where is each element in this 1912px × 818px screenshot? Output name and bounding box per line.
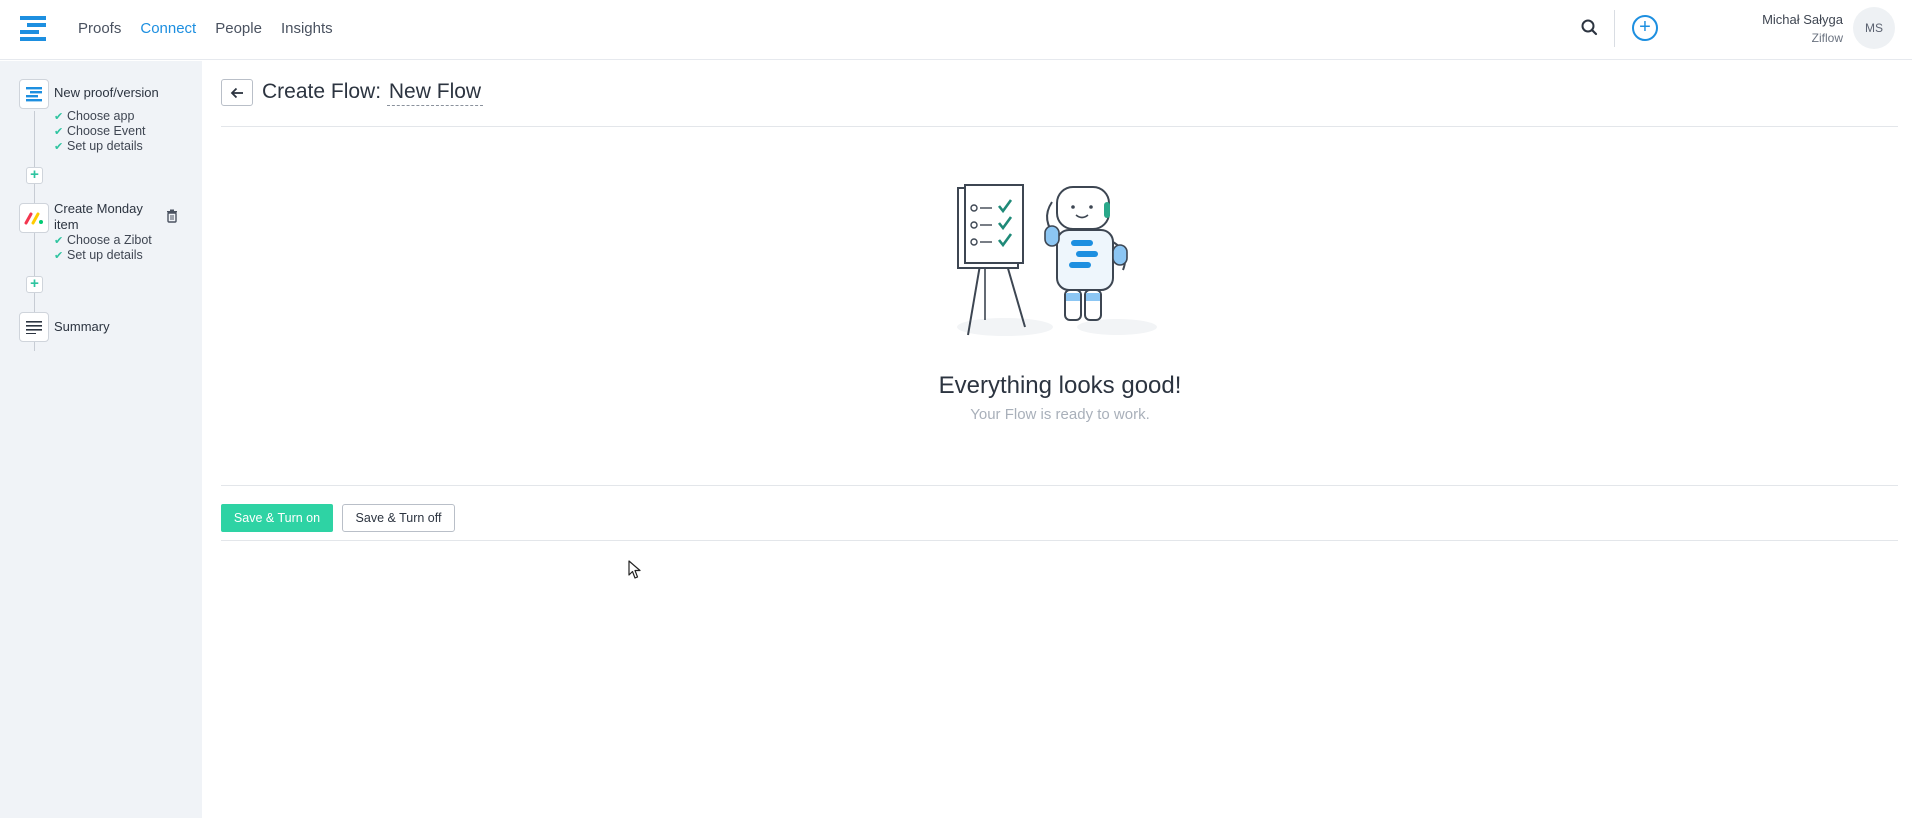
add-step-button[interactable]: + <box>26 167 43 184</box>
divider <box>221 540 1898 541</box>
top-navbar: Proofs Connect People Insights + Michał … <box>0 0 1912 60</box>
substep-choose-event[interactable]: ✔ Choose Event <box>54 124 146 138</box>
add-new-button[interactable]: + <box>1632 15 1658 41</box>
mouse-cursor-icon <box>628 560 641 579</box>
user-info[interactable]: Michał Sałyga Ziflow <box>1762 12 1843 45</box>
arrow-left-icon <box>230 87 243 98</box>
user-org: Ziflow <box>1811 31 1843 45</box>
nav-proofs[interactable]: Proofs <box>78 20 121 37</box>
save-turn-off-button[interactable]: Save & Turn off <box>342 504 455 532</box>
check-icon: ✔ <box>54 140 64 153</box>
flow-steps-sidebar: New proof/version ✔ Choose app ✔ Choose Ev… <box>0 61 202 818</box>
flow-name-editable[interactable]: New Flow <box>386 80 484 106</box>
monday-logo-icon <box>24 212 43 225</box>
page-title-prefix: Create Flow: <box>262 80 382 103</box>
step-summary-icon-box[interactable] <box>19 312 49 342</box>
user-name: Michał Sałyga <box>1762 12 1843 27</box>
page-title: Create Flow: New Flow <box>262 80 484 106</box>
divider <box>221 485 1898 486</box>
check-icon: ✔ <box>54 125 64 138</box>
search-icon[interactable] <box>1579 17 1601 39</box>
toolbar-divider <box>1614 10 1615 47</box>
nav-connect[interactable]: Connect <box>140 20 196 37</box>
step-new-proof-title[interactable]: New proof/version <box>54 85 159 101</box>
divider <box>221 126 1898 127</box>
check-icon: ✔ <box>54 234 64 247</box>
substep-set-up-details[interactable]: ✔ Set up details <box>54 139 143 153</box>
avatar[interactable]: MS <box>1853 7 1895 49</box>
save-turn-on-button[interactable]: Save & Turn on <box>221 504 333 532</box>
status-title: Everything looks good! <box>938 372 1182 399</box>
step-monday-icon-box[interactable] <box>19 203 49 233</box>
nav-insights[interactable]: Insights <box>281 20 333 37</box>
trash-icon[interactable] <box>165 209 179 223</box>
step-new-proof-icon-box[interactable] <box>19 79 49 109</box>
robot-flipchart-illustration <box>957 184 1157 336</box>
summary-lines-icon <box>26 321 42 334</box>
status-subtitle: Your Flow is ready to work. <box>970 406 1150 423</box>
substep-choose-app[interactable]: ✔ Choose app <box>54 109 134 123</box>
ziflow-logo-icon[interactable] <box>18 14 48 44</box>
check-icon: ✔ <box>54 110 64 123</box>
add-step-button[interactable]: + <box>26 276 43 293</box>
back-button[interactable] <box>221 79 253 106</box>
check-icon: ✔ <box>54 249 64 262</box>
nav-people[interactable]: People <box>215 20 262 37</box>
substep-set-up-details[interactable]: ✔ Set up details <box>54 248 143 262</box>
step-summary-title[interactable]: Summary <box>54 319 110 335</box>
step-monday-title[interactable]: Create Monday item <box>54 201 149 233</box>
main-nav: Proofs Connect People Insights <box>78 0 333 56</box>
ziflow-logo-icon <box>26 87 42 102</box>
substep-choose-zibot[interactable]: ✔ Choose a Zibot <box>54 233 152 247</box>
